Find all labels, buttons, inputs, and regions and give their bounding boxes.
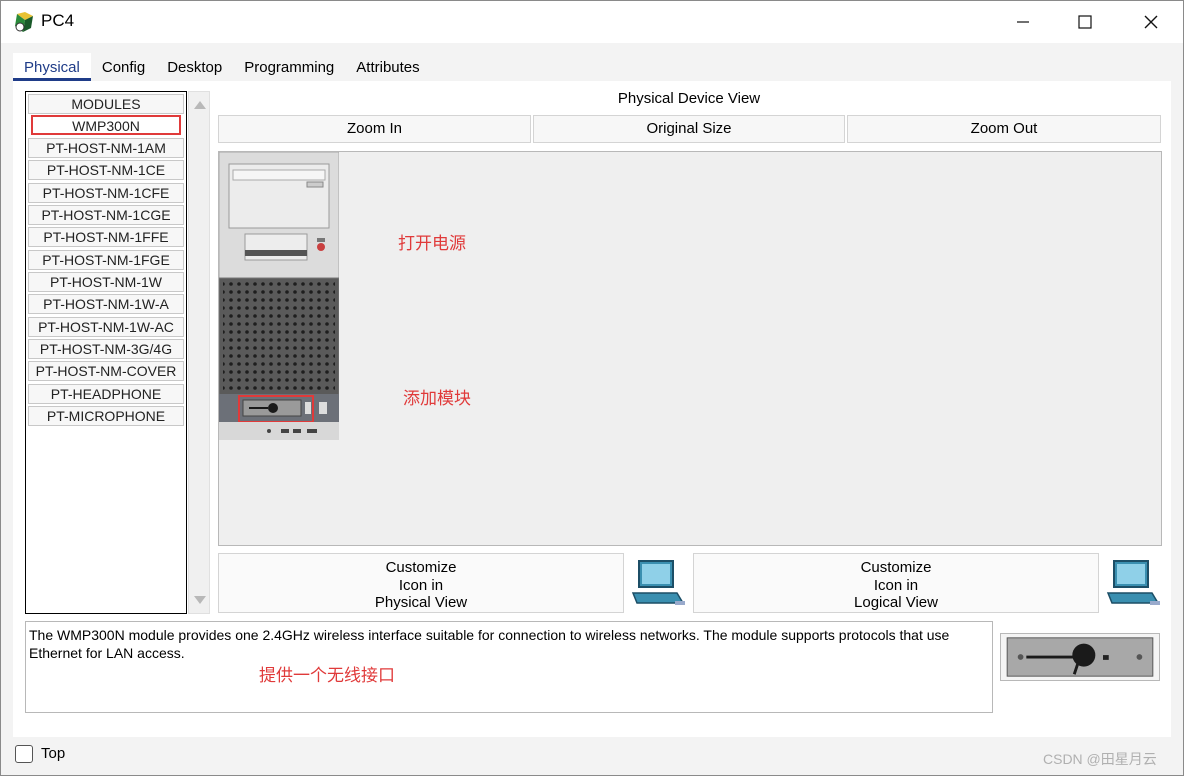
pc4-window: PC4 Physical Config Desktop Programming … bbox=[0, 0, 1184, 776]
tab-bar: Physical Config Desktop Programming Attr… bbox=[13, 53, 431, 81]
customize-logical-line-2: Icon in bbox=[873, 576, 919, 594]
customize-logical-icon-button[interactable]: Customize Icon in Logical View bbox=[693, 553, 1099, 613]
module-item[interactable]: PT-HOST-NM-1CFE bbox=[28, 183, 184, 203]
watermark: CSDN @田星月云 bbox=[1043, 751, 1157, 767]
annotation-add-module: 添加模块 bbox=[403, 389, 471, 408]
module-item[interactable]: PT-HOST-NM-3G/4G bbox=[28, 339, 184, 359]
top-checkbox-label: Top bbox=[41, 745, 66, 762]
pc-tower-image bbox=[219, 152, 339, 440]
modules-scrollbar[interactable] bbox=[188, 91, 210, 614]
module-item[interactable]: PT-HOST-NM-1W bbox=[28, 272, 184, 292]
module-item[interactable]: PT-HOST-NM-1W-AC bbox=[28, 317, 184, 337]
module-thumbnail-image bbox=[1000, 633, 1160, 681]
customize-physical-line-3: Physical View bbox=[374, 594, 468, 611]
minimize-button[interactable] bbox=[991, 1, 1055, 43]
module-item[interactable]: PT-HOST-NM-1FFE bbox=[28, 227, 184, 247]
customize-physical-icon-button[interactable]: Customize Icon in Physical View bbox=[218, 553, 624, 613]
tab-config[interactable]: Config bbox=[90, 53, 157, 81]
computer-icon-logical bbox=[1106, 560, 1160, 605]
tab-physical[interactable]: Physical bbox=[13, 53, 91, 81]
top-checkbox[interactable] bbox=[15, 745, 33, 763]
module-item[interactable]: PT-MICROPHONE bbox=[28, 406, 184, 426]
maximize-icon bbox=[1078, 15, 1092, 29]
close-icon bbox=[1144, 15, 1158, 29]
maximize-button[interactable] bbox=[1053, 1, 1117, 43]
pc-app-icon bbox=[15, 12, 33, 32]
zoom-in-button[interactable]: Zoom In bbox=[218, 115, 531, 143]
module-item[interactable]: PT-HOST-NM-COVER bbox=[28, 361, 184, 381]
module-item[interactable]: PT-HOST-NM-1W-A bbox=[28, 294, 184, 314]
scroll-up-arrow-icon[interactable] bbox=[194, 101, 206, 109]
modules-list: MODULES WMP300N PT-HOST-NM-1AM PT-HOST-N… bbox=[25, 91, 187, 614]
tab-programming[interactable]: Programming bbox=[233, 53, 346, 81]
window-title: PC4 bbox=[41, 11, 75, 30]
customize-physical-line-2: Icon in bbox=[398, 576, 444, 594]
computer-icon-physical bbox=[631, 560, 685, 605]
module-item-wmp300n[interactable]: WMP300N bbox=[31, 115, 181, 135]
module-item[interactable]: PT-HOST-NM-1FGE bbox=[28, 250, 184, 270]
customize-physical-line-1: Customize bbox=[385, 559, 457, 576]
module-item[interactable]: PT-HOST-NM-1AM bbox=[28, 138, 184, 158]
close-button[interactable] bbox=[1119, 1, 1183, 43]
customize-logical-line-3: Logical View bbox=[854, 594, 938, 611]
zoom-out-button[interactable]: Zoom Out bbox=[847, 115, 1161, 143]
module-item[interactable]: PT-HOST-NM-1CE bbox=[28, 160, 184, 180]
module-description: The WMP300N module provides one 2.4GHz w… bbox=[25, 621, 993, 713]
physical-panel: MODULES WMP300N PT-HOST-NM-1AM PT-HOST-N… bbox=[13, 81, 1171, 737]
device-view-canvas: 打开电源 添加模块 bbox=[218, 151, 1162, 546]
scroll-down-arrow-icon[interactable] bbox=[194, 596, 206, 604]
physical-device-view-title: Physical Device View bbox=[617, 90, 761, 107]
tab-attributes[interactable]: Attributes bbox=[345, 53, 431, 81]
modules-header: MODULES bbox=[28, 94, 184, 114]
annotation-wireless-interface: 提供一个无线接口 bbox=[259, 666, 395, 685]
module-item[interactable]: PT-HOST-NM-1CGE bbox=[28, 205, 184, 225]
module-item[interactable]: PT-HEADPHONE bbox=[28, 384, 184, 404]
minimize-icon bbox=[1017, 21, 1029, 23]
customize-logical-line-1: Customize bbox=[860, 559, 932, 576]
annotation-power-on: 打开电源 bbox=[398, 234, 466, 253]
title-bar: PC4 bbox=[1, 1, 1183, 43]
tab-desktop[interactable]: Desktop bbox=[156, 53, 234, 81]
original-size-button[interactable]: Original Size bbox=[533, 115, 845, 143]
